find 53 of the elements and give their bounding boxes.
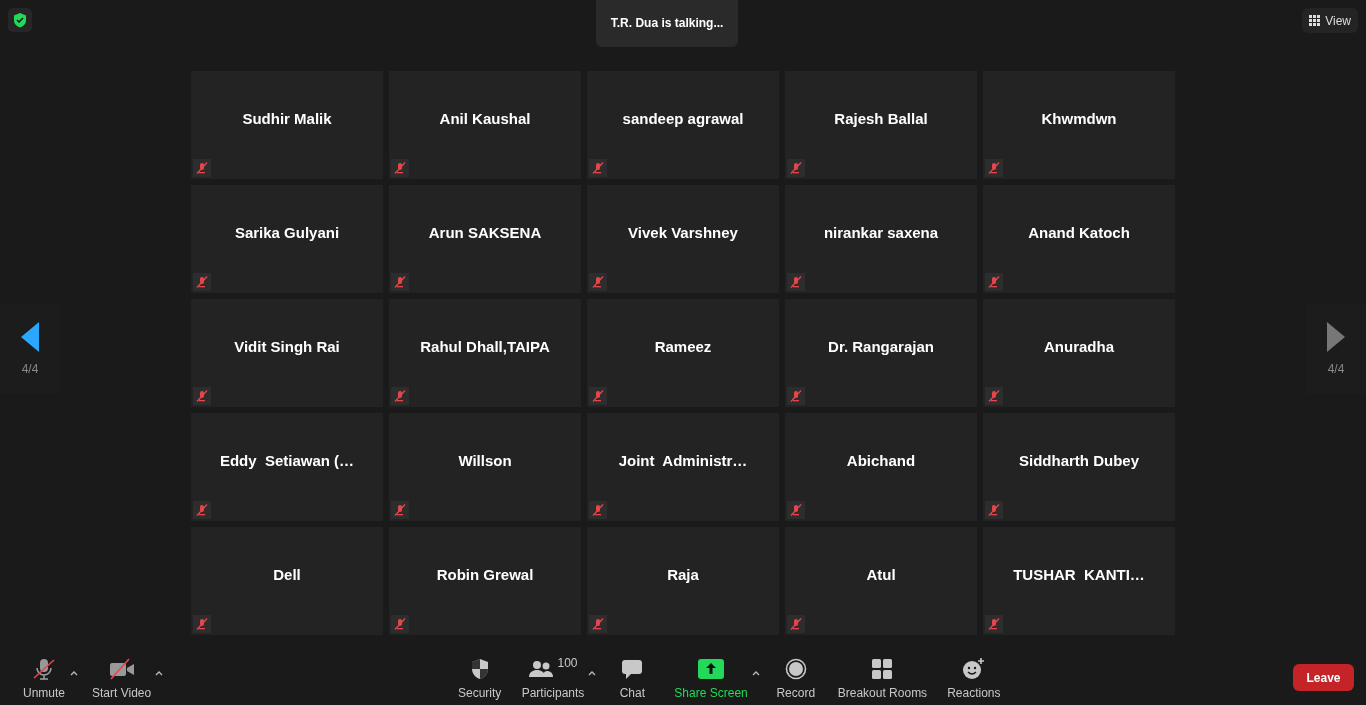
- toolbar-button[interactable]: Chat: [602, 655, 663, 700]
- toolbar-button[interactable]: Share Screen: [666, 655, 756, 700]
- shield-check-icon: [13, 12, 27, 28]
- participant-name: nirankar saxena: [823, 223, 939, 241]
- left-triangle-icon: [21, 322, 39, 352]
- participant-name: Vidit Singh Rai: [234, 337, 340, 355]
- toolbar-button[interactable]: Unmute: [14, 655, 74, 700]
- leave-button[interactable]: Leave: [1293, 664, 1354, 691]
- participant-name: Anuradha: [1044, 337, 1114, 355]
- security-shield-badge[interactable]: [8, 8, 32, 32]
- toolbar-button[interactable]: Record: [765, 655, 826, 700]
- participant-name: Eddy Setiawan (…: [219, 451, 355, 469]
- participant-name: Dr. Rangarajan: [828, 337, 934, 355]
- toolbar-button[interactable]: 100 Participants: [513, 655, 593, 700]
- participant-name: sandeep agrawal: [622, 109, 744, 127]
- participant-name: Robin Grewal: [436, 565, 534, 583]
- participant-name: Rahul Dhall,TAIPA: [420, 337, 550, 355]
- caret-icon: [70, 669, 78, 676]
- caret-icon: [155, 669, 164, 676]
- participant-name: Anil Kaushal: [439, 109, 531, 127]
- record-icon: [784, 657, 807, 680]
- caret-icon: [588, 669, 597, 676]
- right-triangle-icon: [1327, 322, 1345, 352]
- participant-name: Sudhir Malik: [242, 109, 332, 127]
- participant-name: Raja: [667, 565, 699, 583]
- muted-mic-icon: [31, 656, 57, 681]
- participant-name: Dell: [273, 565, 301, 583]
- participant-count: 100: [557, 655, 578, 670]
- participant-name: Anand Katoch: [1028, 223, 1130, 241]
- share-screen-icon: [698, 658, 725, 679]
- participant-name: Sarika Gulyani: [234, 223, 340, 241]
- participant-name: Atul: [866, 565, 896, 583]
- toolbar-button[interactable]: Start Video: [84, 655, 160, 700]
- view-button[interactable]: View: [1302, 8, 1358, 33]
- participant-name: TUSHAR KANTI…: [1013, 565, 1145, 583]
- video-off-icon: [107, 656, 136, 681]
- participant-name: Vivek Varshney: [628, 223, 738, 241]
- participant-name: Willson: [458, 451, 512, 469]
- grid-icon: [1309, 15, 1321, 26]
- toolbar-button[interactable]: Security: [449, 655, 510, 700]
- participant-name: Arun SAKSENA: [428, 223, 542, 241]
- four-squares-icon: [871, 657, 894, 680]
- participant-name: Abichand: [846, 451, 916, 469]
- participant-name: Joint Administr…: [618, 451, 748, 469]
- participant-name: Siddharth Dubey: [1019, 451, 1139, 469]
- caret-icon: [751, 669, 760, 676]
- toolbar-button[interactable]: Reactions: [939, 655, 1009, 700]
- smiley-plus-icon: [961, 656, 986, 681]
- toolbar-button[interactable]: Breakout Rooms: [829, 655, 936, 700]
- participant-name: Rameez: [654, 337, 712, 355]
- talking-banner: T.R. Dua is talking...: [595, 0, 739, 47]
- participant-name: Khwmdwn: [1041, 109, 1117, 127]
- participant-name: Rajesh Ballal: [834, 109, 928, 127]
